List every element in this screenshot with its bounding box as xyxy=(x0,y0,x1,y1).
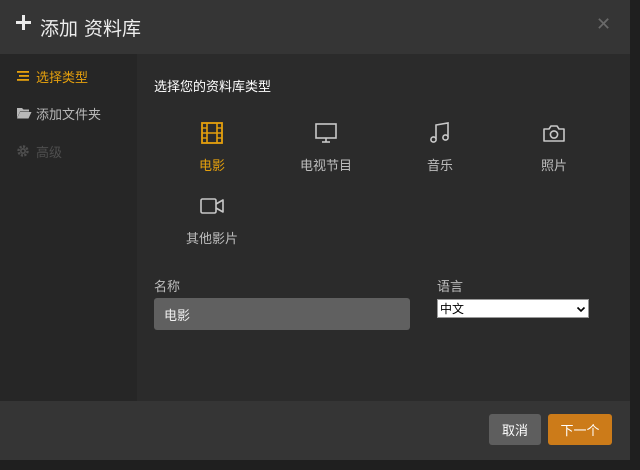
dialog-title: 添加 资料库 xyxy=(40,18,142,40)
sidebar-item-label: 添加文件夹 xyxy=(36,107,102,123)
type-option-movie[interactable]: 电影 xyxy=(172,121,252,174)
cancel-button[interactable]: 取消 xyxy=(489,414,541,445)
type-option-photos[interactable]: 照片 xyxy=(514,121,594,174)
type-option-label: 照片 xyxy=(540,159,567,174)
main-content: 选择您的资料库类型 电影 电视节目 音乐 照片 其他影片 名称 电影 语言 中文 xyxy=(137,54,630,401)
dialog-footer: 取消 下一个 xyxy=(0,401,630,460)
sidebar-item-label: 选择类型 xyxy=(36,70,89,86)
type-option-label: 音乐 xyxy=(426,159,453,174)
music-note-icon xyxy=(430,122,449,143)
type-option-tv-shows[interactable]: 电视节目 xyxy=(286,121,366,174)
plus-icon xyxy=(14,13,34,33)
type-option-label: 电视节目 xyxy=(299,159,352,174)
type-option-label: 电影 xyxy=(198,159,225,174)
sidebar-item-label: 高级 xyxy=(36,145,63,161)
film-icon xyxy=(201,122,223,144)
library-name-input[interactable] xyxy=(154,298,410,330)
chevron-down-icon xyxy=(576,306,586,312)
camera-icon xyxy=(543,125,565,142)
language-select[interactable]: 中文 xyxy=(437,299,589,318)
type-option-music[interactable]: 音乐 xyxy=(400,121,480,174)
video-camera-icon xyxy=(200,198,224,214)
section-title: 选择您的资料库类型 xyxy=(154,80,272,95)
sidebar-item-advanced[interactable]: 高级 xyxy=(16,141,62,161)
sidebar-item-select-type[interactable]: 选择类型 xyxy=(16,66,88,86)
add-library-dialog: 添加 资料库 ✕ 选择类型 添加文件夹 高级 选择您的资料库类型 电影 电视节目… xyxy=(0,0,630,460)
sidebar: 选择类型 添加文件夹 高级 xyxy=(0,54,137,401)
name-label: 名称 xyxy=(154,280,181,295)
folder-open-icon xyxy=(16,106,32,120)
type-option-other-videos[interactable]: 其他影片 xyxy=(172,194,252,247)
sidebar-item-add-folder[interactable]: 添加文件夹 xyxy=(16,103,101,123)
tv-icon xyxy=(315,123,337,143)
gear-icon xyxy=(16,144,32,158)
type-option-label: 其他影片 xyxy=(185,232,238,247)
close-icon[interactable]: ✕ xyxy=(596,14,611,35)
language-select-value: 中文 xyxy=(440,302,465,316)
language-label: 语言 xyxy=(437,280,464,295)
dialog-header: 添加 资料库 ✕ xyxy=(0,0,630,54)
list-icon xyxy=(16,69,32,83)
next-button[interactable]: 下一个 xyxy=(548,414,612,445)
